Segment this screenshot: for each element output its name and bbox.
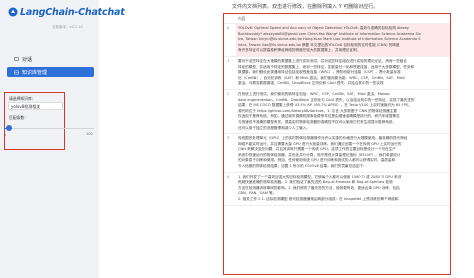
slider-min-label: 1 [4,133,7,137]
content-line: ica, Taiwan kinyiu@iis.sinica.edu.tw Hon… [238,37,421,42]
row-index: 1 [227,58,230,63]
row-content-cell[interactable]: YOLOv8: Optimal Speed and Accuracy of Ob… [236,24,450,56]
parrot-logo-icon [8,7,18,17]
table-instructions: 文件内文档列表。双击进行修改，在删除列填入 Y 可删除对应行。 [232,4,379,10]
content-line: 2. 相关工作 2.1. 目标检测模型 现代检测器通常由两部分组成：在 Imag… [238,197,399,202]
sidebar-item-chat[interactable]: 对话 [7,55,94,64]
match-count-slider[interactable] [4,124,94,132]
kb-settings-panel: 请选择知识库： yolov8检测相关 匹配条数： [4,92,65,150]
table-row[interactable]: 2 在系统上进行测试。我们使用的新特征包括：WRC、CSP、CmBN、SAT、Mi… [224,90,450,135]
version-label: 当前版本：v0.2.10 [52,25,83,29]
row-content-cell[interactable]: 要对于这些特征在大规模的数据集上进行实际测试。并对这些特征组合进行实验的理论论证… [236,57,450,89]
hdd-icon [14,70,19,75]
brand-name: LangChain-Chatchat [20,6,125,18]
document-table: 内容 0 YOLOv8: Optimal Speed and Accuracy o… [223,13,451,275]
content-line: 还可以用于独立的流程管理和减少人工输入。 [238,125,310,130]
row-index: 0 [227,26,230,30]
sidebar: LangChain-Chatchat 当前版本：v0.2.10 对话 知识库管理… [0,0,125,278]
table-row[interactable]: 3 传统图形处理单元（GPU）上的实时物体检测器操作允许以实惠的价格进行大规模使用… [224,134,450,173]
sidebar-nav: 对话 知识库管理 [7,55,94,80]
slider-max-label: 100 [86,132,93,136]
table-row[interactable]: 0 YOLOv8: Optimal Speed and Accuracy of O… [224,24,450,57]
table-row[interactable]: 4 1. 我们开发了一个高效且强大的目标检测模型。它使每个人都可以使用 1080 … [224,173,450,206]
sidebar-item-label: 对话 [22,57,33,63]
brand: LangChain-Chatchat [8,2,125,22]
row-index: 3 [227,136,230,141]
table-header: 内容 [224,14,450,24]
table-body: 0 YOLOv8: Optimal Speed and Accuracy of O… [224,24,450,206]
match-count-label: 匹配条数： [9,115,28,120]
sidebar-item-label: 知识库管理 [22,69,48,76]
row-content-cell[interactable]: 传统图形处理单元（GPU）上的实时物体检测器操作允许以实惠的价格进行大规模使用。… [236,134,450,172]
content-line: 令人信服的物体检测结果，如图 1 所示的 YOLOv8 结果。我们的贡献总结如下… [238,164,367,169]
sidebar-item-knowledge-base[interactable]: 知识库管理 [7,67,94,77]
chat-icon [14,57,19,62]
row-index: 2 [227,91,230,96]
kb-select[interactable]: yolov8检测相关 [8,102,63,110]
right-margin [455,0,474,278]
row-content-cell[interactable]: 1. 我们开发了一个高效且强大的目标检测模型。它使每个人都可以使用 1080 T… [236,173,450,205]
slider-track [4,127,94,129]
table-row[interactable]: 1 要对于这些特征在大规模的数据集上进行实际测试。并对这些特征组合进行实验的理论论… [224,57,450,90]
header-content[interactable]: 内容 [236,16,450,22]
content-line: 激活、马赛克数据增强、CmBN、DropBlock 正则化和 CIoU 损失，并… [238,81,384,86]
content-line: 有许多特征可以提高卷积神经网络的精度在较大的数据集上，并用理论证明。 [238,48,361,53]
row-index: 4 [227,174,230,179]
slider-thumb[interactable] [6,125,12,131]
row-content-cell[interactable]: 在系统上进行测试。我们使用的新特征包括：WRC、CSP、CmBN、SAT、Mis… [236,90,450,133]
